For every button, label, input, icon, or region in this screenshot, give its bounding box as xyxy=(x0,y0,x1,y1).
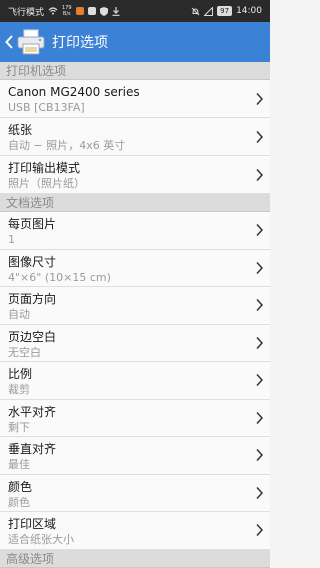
row-vertical-align[interactable]: 垂直对齐 最佳 xyxy=(0,437,270,475)
clock-text: 14:00 xyxy=(236,6,262,16)
row-value: 颜色 xyxy=(8,495,30,509)
row-label: 水平对齐 xyxy=(8,404,57,419)
battery-icon: 97 xyxy=(217,6,233,16)
row-label: 垂直对齐 xyxy=(8,442,57,456)
chevron-right-icon xyxy=(256,299,264,312)
section-header-document: 文档选项 xyxy=(0,194,270,212)
chevron-right-icon xyxy=(256,524,264,537)
chevron-right-icon xyxy=(256,92,264,105)
row-label: 图像尺寸 xyxy=(8,254,57,269)
row-print-area[interactable]: 打印区域 适合纸张大小 xyxy=(0,512,270,550)
row-value: 无空白 xyxy=(8,345,41,359)
row-horizontal-align[interactable]: 水平对齐 剩下 xyxy=(0,399,270,437)
chevron-right-icon xyxy=(256,449,264,462)
chevron-right-icon xyxy=(256,336,264,349)
chevron-right-icon xyxy=(256,374,264,387)
section-header-printer: 打印机选项 xyxy=(0,62,270,80)
wifi-icon xyxy=(48,7,58,15)
row-value: USB [CB13FA] xyxy=(8,101,85,114)
row-orientation[interactable]: 页面方向 自动 xyxy=(0,287,270,325)
row-value: 适合纸张大小 xyxy=(8,533,74,546)
row-label: 打印区域 xyxy=(8,517,57,531)
section-header-advanced: 高级选项 xyxy=(0,549,270,568)
row-value: 自动 − 照片，4x6 英寸 xyxy=(8,139,126,152)
signal-off-icon xyxy=(204,6,214,16)
row-label: 纸张 xyxy=(8,123,33,137)
row-image-size[interactable]: 图像尺寸 4"×6" (10×15 cm) xyxy=(0,249,270,287)
row-paper[interactable]: 纸张 自动 − 照片，4x6 英寸 xyxy=(0,118,270,156)
airplane-mode-text: 飞行模式 xyxy=(8,7,45,18)
row-margins[interactable]: 页边空白 无空白 xyxy=(0,324,270,362)
notification-icon xyxy=(75,7,84,15)
row-value: 1 xyxy=(8,233,15,246)
page-title: 打印选项 xyxy=(52,35,108,51)
row-label: 打印输出模式 xyxy=(8,161,81,175)
chevron-left-icon xyxy=(5,35,13,49)
row-value: 照片（照片纸） xyxy=(8,177,85,190)
row-value: 裁剪 xyxy=(8,383,30,396)
status-bar: 飞行模式 179 B/s 97 14:00 xyxy=(0,0,270,22)
chevron-right-icon xyxy=(256,168,264,181)
row-scale[interactable]: 比例 裁剪 xyxy=(0,362,270,400)
back-button[interactable] xyxy=(2,32,16,52)
status-left: 飞行模式 179 B/s xyxy=(8,5,120,18)
row-value: 剩下 xyxy=(8,420,30,434)
row-color[interactable]: 颜色 颜色 xyxy=(0,474,270,512)
row-print-mode[interactable]: 打印输出模式 照片（照片纸） xyxy=(0,156,270,194)
row-label: 页面方向 xyxy=(8,292,57,306)
row-value: 4"×6" (10×15 cm) xyxy=(8,270,111,284)
chevron-right-icon xyxy=(256,411,264,424)
row-value: 最佳 xyxy=(8,458,30,471)
app-header: 打印选项 xyxy=(0,22,270,62)
chevron-right-icon xyxy=(256,224,264,237)
alarm-off-icon xyxy=(191,7,200,15)
app-icon xyxy=(87,7,96,15)
shield-icon xyxy=(99,6,108,16)
row-printer[interactable]: Canon MG2400 series USB [CB13FA] xyxy=(0,80,270,118)
chevron-right-icon xyxy=(256,261,264,274)
row-value: 自动 xyxy=(8,308,30,321)
chevron-right-icon xyxy=(256,486,264,499)
chevron-right-icon xyxy=(256,130,264,143)
row-label: 页边空白 xyxy=(8,329,57,344)
row-label: 比例 xyxy=(8,367,33,381)
printer-icon xyxy=(17,29,45,55)
row-label: 每页图片 xyxy=(8,217,57,231)
row-images-per-page[interactable]: 每页图片 1 xyxy=(0,212,270,250)
row-label: 颜色 xyxy=(8,479,33,494)
status-right: 97 14:00 xyxy=(191,6,262,16)
net-speed: 179 B/s xyxy=(62,5,72,17)
download-icon xyxy=(112,6,120,16)
row-label: Canon MG2400 series xyxy=(8,85,140,99)
